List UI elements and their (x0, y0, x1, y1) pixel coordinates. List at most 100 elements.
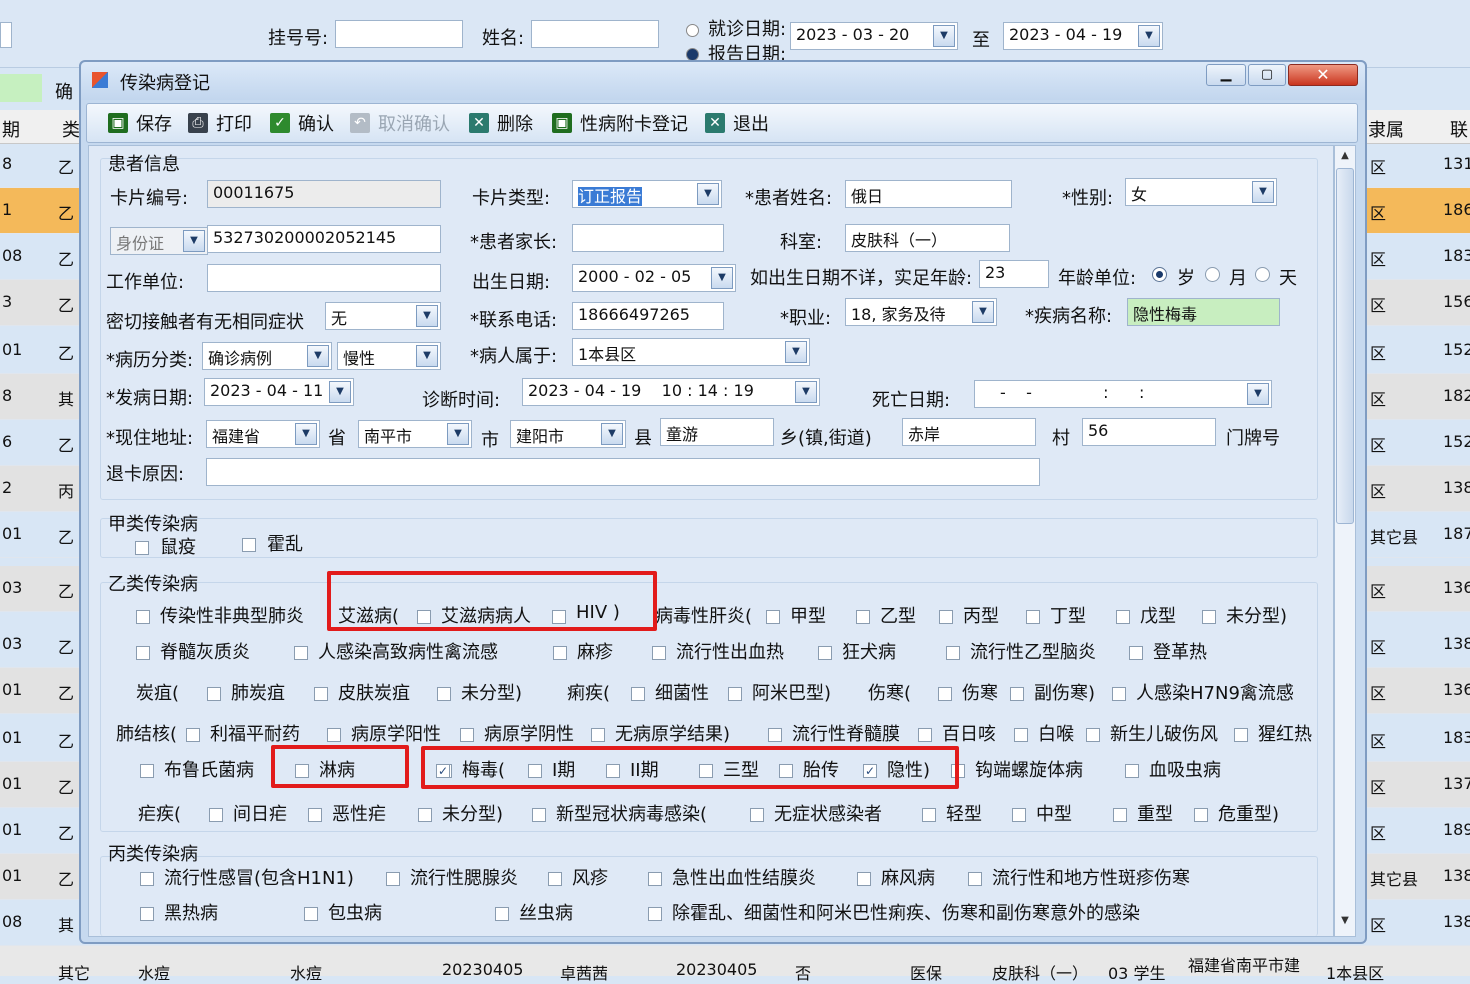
checkbox[interactable] (939, 610, 953, 624)
case-sub-select[interactable]: 慢性 ▼ (337, 342, 441, 370)
checkbox[interactable] (946, 646, 960, 660)
checkbox[interactable] (857, 872, 871, 886)
maximize-button[interactable]: ▢ (1248, 64, 1286, 86)
age-unit-month-radio[interactable] (1205, 267, 1220, 282)
belong-select[interactable]: 1本县区 ▼ (572, 338, 810, 366)
close-button[interactable]: ✕ (1288, 64, 1358, 86)
age-unit-year-radio[interactable] (1152, 267, 1167, 282)
checkbox[interactable] (135, 541, 149, 555)
card-type-select[interactable]: 订正报告 ▼ (572, 180, 722, 208)
chevron-down-icon[interactable]: ▼ (697, 183, 719, 205)
checkbox[interactable] (1129, 646, 1143, 660)
checkbox[interactable] (1113, 808, 1127, 822)
minimize-button[interactable]: ▁ (1206, 64, 1246, 86)
province-select[interactable]: 福建省 ▼ (206, 420, 320, 448)
visit-date-radio[interactable] (686, 24, 699, 37)
checkbox[interactable] (207, 687, 221, 701)
patient-name-input[interactable]: 俄日 (845, 180, 1012, 208)
chevron-down-icon[interactable]: ▼ (1138, 25, 1160, 47)
checkbox[interactable] (1012, 808, 1026, 822)
chevron-down-icon[interactable]: ▼ (416, 345, 438, 367)
print-button[interactable]: ⎙ 打印 (188, 109, 252, 137)
age-unit-day-radio[interactable] (1255, 267, 1270, 282)
checkbox[interactable] (1010, 687, 1024, 701)
checkbox[interactable] (304, 907, 318, 921)
save-button[interactable]: ▣ 保存 (108, 109, 172, 137)
death-input[interactable]: - - : : ▼ (974, 380, 1272, 408)
scroll-thumb[interactable] (1336, 168, 1354, 524)
checkbox[interactable] (1026, 610, 1040, 624)
case-type-select[interactable]: 确诊病例 ▼ (202, 342, 332, 370)
checkbox[interactable] (1202, 610, 1216, 624)
checkbox[interactable] (766, 610, 780, 624)
checkbox[interactable] (460, 728, 474, 742)
chevron-down-icon[interactable]: ▼ (601, 423, 623, 445)
id-no-input[interactable]: 532730200002052145 (207, 225, 441, 253)
std-card-button[interactable]: ▣ 性病附卡登记 (552, 109, 688, 137)
checkbox[interactable] (386, 872, 400, 886)
checkbox[interactable] (1125, 764, 1139, 778)
checkbox[interactable] (548, 872, 562, 886)
checkbox[interactable] (631, 687, 645, 701)
checkbox[interactable] (532, 808, 546, 822)
name-input[interactable] (531, 20, 659, 48)
checkbox[interactable] (922, 808, 936, 822)
checkbox[interactable] (918, 728, 932, 742)
checkbox[interactable] (1086, 728, 1100, 742)
checkbox[interactable] (856, 610, 870, 624)
checkbox[interactable] (938, 687, 952, 701)
chevron-down-icon[interactable]: ▼ (307, 345, 329, 367)
checkbox[interactable] (750, 808, 764, 822)
chevron-down-icon[interactable]: ▼ (447, 423, 469, 445)
bg-left-dropdown[interactable] (0, 22, 12, 48)
checkbox[interactable] (728, 687, 742, 701)
chevron-down-icon[interactable]: ▼ (785, 341, 807, 363)
checkbox[interactable] (652, 646, 666, 660)
checkbox[interactable] (140, 907, 154, 921)
checkbox[interactable] (591, 728, 605, 742)
checkbox[interactable] (648, 907, 662, 921)
chevron-down-icon[interactable]: ▼ (416, 305, 438, 327)
checkbox[interactable] (1116, 610, 1130, 624)
checkbox[interactable] (495, 907, 509, 921)
gh-input[interactable] (335, 20, 463, 48)
door-input[interactable]: 56 (1082, 418, 1216, 446)
checkbox[interactable] (648, 872, 662, 886)
checkbox[interactable] (818, 646, 832, 660)
chevron-down-icon[interactable]: ▼ (1252, 181, 1274, 203)
confirm-button[interactable]: ✓ 确认 (270, 109, 334, 137)
phone-input[interactable]: 18666497265 (572, 302, 724, 330)
onset-input[interactable]: 2023 - 04 - 11 ▼ (204, 378, 354, 406)
chevron-down-icon[interactable]: ▼ (1247, 383, 1269, 405)
chevron-down-icon[interactable]: ▼ (795, 381, 817, 403)
checkbox[interactable] (553, 646, 567, 660)
work-input[interactable] (207, 264, 441, 292)
checkbox[interactable] (968, 872, 982, 886)
checkbox[interactable] (418, 808, 432, 822)
town-input[interactable]: 童游 (660, 418, 774, 446)
age-input[interactable]: 23 (979, 260, 1049, 288)
birth-input[interactable]: 2000 - 02 - 05 ▼ (572, 264, 736, 292)
checkbox[interactable] (1194, 808, 1208, 822)
scroll-down-icon[interactable]: ▼ (1337, 915, 1353, 929)
checkbox[interactable] (1234, 728, 1248, 742)
checkbox[interactable] (242, 538, 256, 552)
diag-input[interactable]: 2023 - 04 - 19 10 : 14 : 19 ▼ (522, 378, 820, 406)
chevron-down-icon[interactable]: ▼ (711, 267, 733, 289)
checkbox[interactable] (768, 728, 782, 742)
delete-button[interactable]: ✕ 删除 (469, 109, 533, 137)
chevron-down-icon[interactable]: ▼ (183, 230, 205, 252)
guardian-input[interactable] (572, 224, 724, 252)
checkbox[interactable] (209, 808, 223, 822)
exit-button[interactable]: ✕ 退出 (705, 109, 769, 137)
checkbox[interactable] (1112, 687, 1126, 701)
city-select[interactable]: 南平市 ▼ (358, 420, 472, 448)
checkbox[interactable] (437, 687, 451, 701)
date-from-input[interactable]: 2023 - 03 - 20 ▼ (790, 22, 958, 50)
checkbox[interactable] (1014, 728, 1028, 742)
sex-select[interactable]: 女 ▼ (1125, 178, 1277, 206)
id-type-select[interactable]: 身份证 ▼ (110, 227, 208, 255)
checkbox[interactable] (308, 808, 322, 822)
chevron-down-icon[interactable]: ▼ (933, 25, 955, 47)
chevron-down-icon[interactable]: ▼ (972, 301, 994, 323)
